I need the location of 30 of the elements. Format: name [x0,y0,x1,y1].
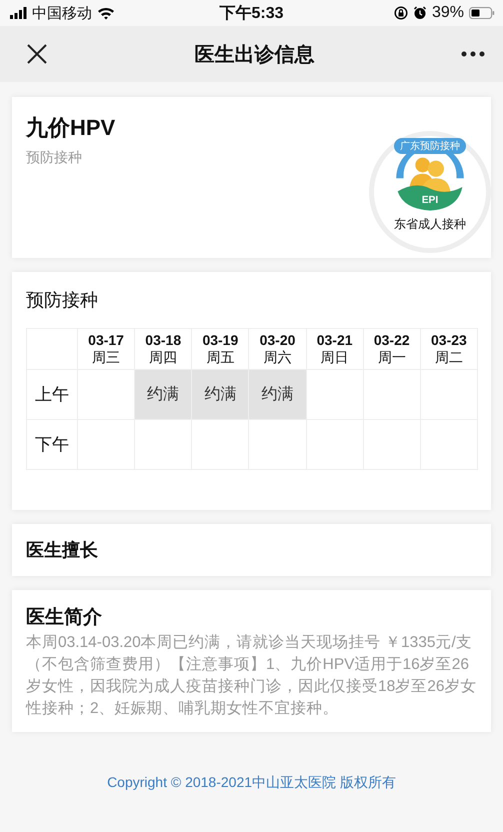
department-label: 预防接种 [26,149,83,167]
period-label: 上午 [26,370,78,420]
section-title: 预防接种 [26,289,99,312]
logo-badge-text: EPI [422,195,438,206]
battery-icon [469,7,495,19]
day-header: 03-17 周三 [78,328,135,370]
day-header: 03-22 周一 [363,328,420,370]
wifi-icon [97,6,115,20]
doctor-name: 九价HPV [26,114,116,142]
copyright-text: Copyright © 2018-2021中山亚太医院 版权所有 [106,774,397,792]
section-title: 医生擅长 [26,539,99,562]
section-title: 医生简介 [26,606,103,630]
day-header: 03-21 周日 [306,328,364,370]
alarm-icon [412,6,427,20]
rotation-lock-icon [394,6,408,20]
booked-slot: 约满 [248,370,306,420]
signal-icon [10,7,27,19]
day-header: 03-23 周二 [420,328,478,370]
logo-caption: 东省成人接种 [394,216,466,233]
intro-paragraph: 本周03.14-03.20本周已约满，请就诊当天现场挂号 ￥1335元/支（不包含筛查费用）【注意事项】1、九价HPV适用于16岁至26岁女性，因我院为成人疫苗接种门诊，因此仅接受18岁至26岁女性接种；2、妊娠期、哺乳期女性不宜接种。 [26,633,478,719]
booked-slot: 约满 [192,370,249,420]
period-label: 下午 [26,420,78,470]
status-time: 下午5:33 [218,4,285,24]
booked-slot: 约满 [134,370,192,420]
logo-banner-text: 广东预防接种 [394,138,466,154]
page-title: 医生出诊信息 [194,42,314,68]
more-icon [461,51,485,57]
battery-percent: 39% [432,4,464,22]
carrier-name: 中国移动 [32,4,92,22]
close-icon [26,43,48,65]
